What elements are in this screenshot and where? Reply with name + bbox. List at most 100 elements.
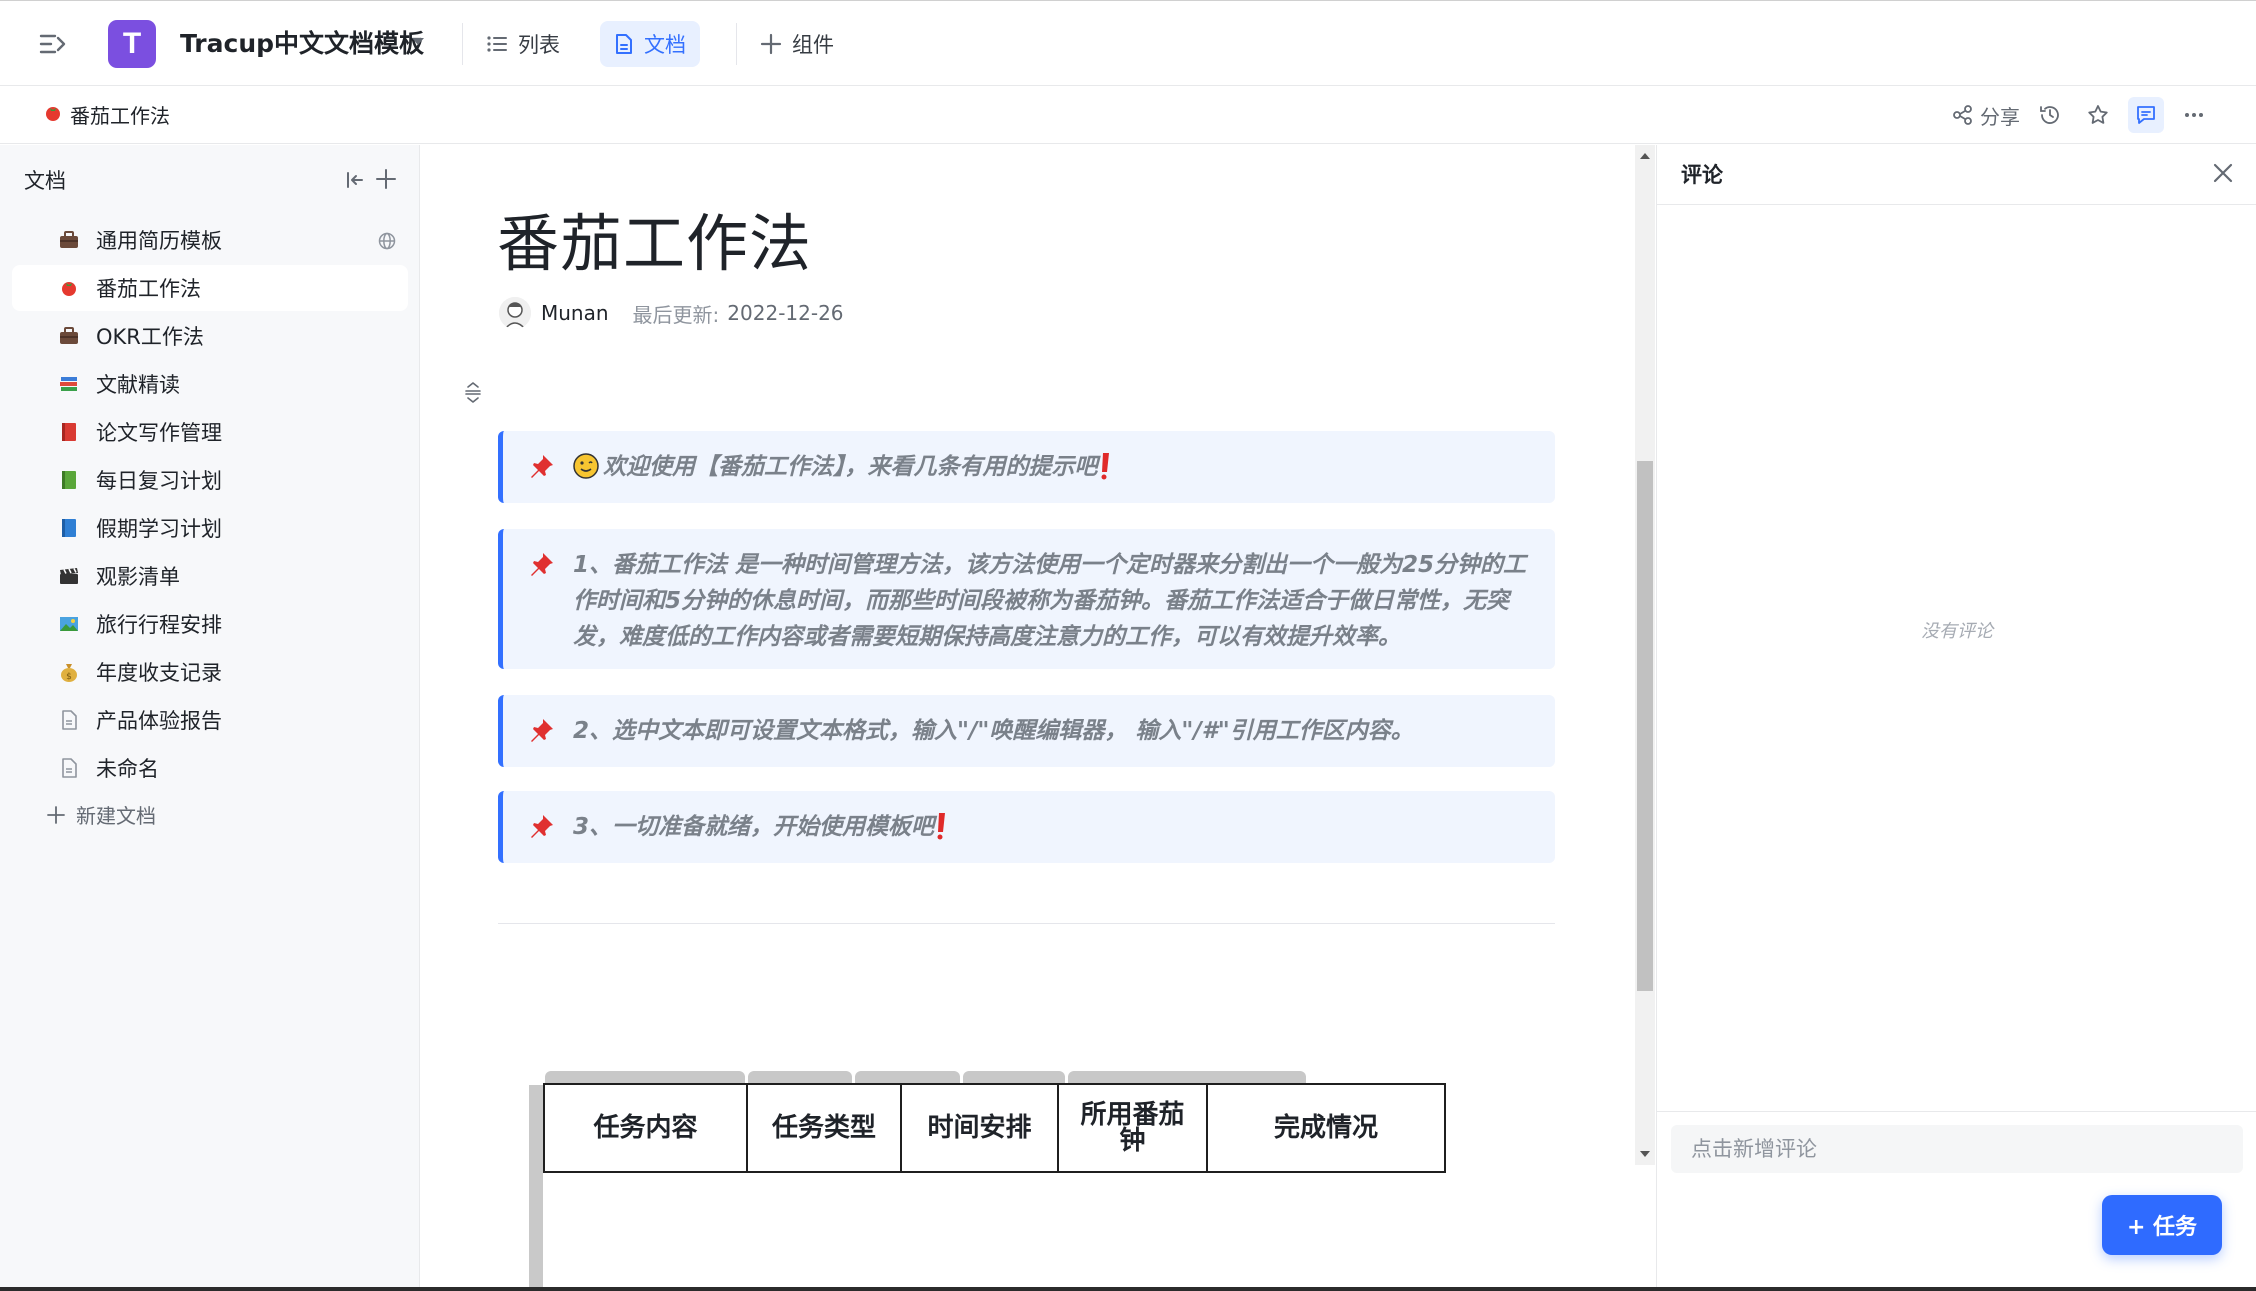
workspace-title[interactable]: Tracup中文文档模板 <box>180 25 424 63</box>
add-task-button[interactable]: + 任务 <box>2102 1195 2222 1255</box>
smiley-icon <box>573 453 599 479</box>
sidebar-item-literature[interactable]: 文献精读 <box>12 361 408 407</box>
document-scrollbar[interactable] <box>1635 145 1655 1165</box>
sidebar-item-label: 产品体验报告 <box>96 709 222 733</box>
books-icon <box>58 373 80 395</box>
updated-date: 2022-12-26 <box>727 301 844 325</box>
money-bag-icon: $ <box>58 661 80 683</box>
sidebar-item-travel[interactable]: 旅行行程安排 <box>12 601 408 647</box>
briefcase-icon <box>58 325 80 347</box>
sidebar-item-untitled[interactable]: 未命名 <box>12 745 408 791</box>
callout-block[interactable]: 欢迎使用【番茄工作法】，来看几条有用的提示吧 <box>498 431 1555 503</box>
comments-header: 评论 <box>1657 145 2256 205</box>
tomato-icon <box>58 277 80 299</box>
close-icon[interactable] <box>2211 161 2235 189</box>
sidebar-item-label: 年度收支记录 <box>96 661 222 685</box>
exclamation-icon <box>936 812 946 840</box>
tomato-icon <box>44 103 62 127</box>
page-title[interactable]: 番茄工作法 <box>497 193 812 283</box>
plus-icon <box>760 33 782 55</box>
scrollbar-thumb[interactable] <box>1637 461 1653 991</box>
sidebar-item-label: OKR工作法 <box>96 325 204 349</box>
comment-input[interactable] <box>1671 1125 2243 1173</box>
callout-block[interactable]: 1、番茄工作法 是一种时间管理方法，该方法使用一个定时器来分割出一个一般为25分… <box>498 529 1555 669</box>
table-header-cell[interactable]: 任务类型 <box>746 1083 902 1173</box>
sidebar-item-annual-finance[interactable]: $ 年度收支记录 <box>12 649 408 695</box>
table-header-cell[interactable]: 完成情况 <box>1206 1083 1446 1173</box>
share-button[interactable]: 分享 <box>1952 97 2020 133</box>
collapse-sidebar-icon[interactable] <box>344 169 366 195</box>
tab-document-label: 文档 <box>644 33 686 57</box>
updated-label: 最后更新: <box>632 302 720 327</box>
sidebar-item-label: 观影清单 <box>96 565 180 589</box>
comments-button[interactable] <box>2128 97 2164 133</box>
more-button[interactable] <box>2176 97 2212 133</box>
callout-block[interactable]: 2、选中文本即可设置文本格式，输入"/"唤醒编辑器， 输入"/#"引用工作区内容… <box>498 695 1555 767</box>
sidebar-item-pomodoro[interactable]: 番茄工作法 <box>12 265 408 311</box>
sidebar-item-movie-list[interactable]: 观影清单 <box>12 553 408 599</box>
column-handle[interactable] <box>545 1071 745 1083</box>
workspace-logo[interactable]: T <box>108 20 156 68</box>
sidebar-toggle-icon[interactable] <box>36 27 72 63</box>
author-name[interactable]: Munan <box>541 301 609 325</box>
divider <box>462 23 463 65</box>
sidebar-item-product-report[interactable]: 产品体验报告 <box>12 697 408 743</box>
breadcrumb-title: 番茄工作法 <box>70 104 170 128</box>
task-table-block[interactable]: 任务内容 任务类型 时间安排 所用番茄钟 完成情况 <box>529 1071 1469 1291</box>
tab-list[interactable]: 列表 <box>472 21 574 67</box>
sidebar-item-label: 番茄工作法 <box>96 277 201 301</box>
scroll-up-arrow-icon[interactable] <box>1640 153 1650 159</box>
sidebar-item-paper-writing[interactable]: 论文写作管理 <box>12 409 408 455</box>
sidebar-item-label: 通用简历模板 <box>96 229 222 253</box>
sidebar-item-vacation-study[interactable]: 假期学习计划 <box>12 505 408 551</box>
column-handle[interactable] <box>963 1071 1065 1083</box>
callout-text: 欢迎使用【番茄工作法】，来看几条有用的提示吧 <box>573 449 1535 485</box>
horizontal-divider <box>498 923 1555 924</box>
page-icon <box>58 709 80 731</box>
column-handle[interactable] <box>748 1071 852 1083</box>
doc-meta: Munan 最后更新: 2022-12-26 <box>499 297 844 329</box>
chevron-down-icon[interactable] <box>412 38 424 45</box>
sidebar-item-label: 论文写作管理 <box>96 421 222 445</box>
document-area: 番茄工作法 Munan 最后更新: 2022-12-26 欢迎使用【番茄工作法】… <box>421 145 1635 1291</box>
sidebar-item-daily-review[interactable]: 每日复习计划 <box>12 457 408 503</box>
divider <box>736 23 737 65</box>
pushpin-icon <box>529 453 555 483</box>
callout-text-content: 3、一切准备就绪，开始使用模板吧 <box>573 814 935 840</box>
sidebar-item-label: 旅行行程安排 <box>96 613 222 637</box>
new-doc-button[interactable]: 新建文档 <box>46 800 156 829</box>
breadcrumb-bar: 番茄工作法 分享 <box>0 86 2256 144</box>
sidebar-item-label: 文献精读 <box>96 373 180 397</box>
row-handle[interactable] <box>529 1085 543 1291</box>
doc-sidebar: 文档 通用简历模板 番茄工作法 OKR工作法 文献精读 论文写作管理 每日复习计… <box>0 145 420 1291</box>
sidebar-item-resume-template[interactable]: 通用简历模板 <box>12 217 408 263</box>
block-drag-handle-icon[interactable] <box>463 381 483 407</box>
tab-components[interactable]: 组件 <box>746 21 848 67</box>
breadcrumb[interactable]: 番茄工作法 <box>44 100 170 129</box>
table-header-cell[interactable]: 时间安排 <box>900 1083 1059 1173</box>
sidebar-item-label: 假期学习计划 <box>96 517 222 541</box>
clapper-icon <box>58 565 80 587</box>
callout-block[interactable]: 3、一切准备就绪，开始使用模板吧 <box>498 791 1555 863</box>
pushpin-icon <box>529 717 555 747</box>
table-header-cell[interactable]: 任务内容 <box>543 1083 748 1173</box>
svg-text:$: $ <box>66 672 72 682</box>
favorite-button[interactable] <box>2080 97 2116 133</box>
history-button[interactable] <box>2032 97 2068 133</box>
tab-document[interactable]: 文档 <box>600 21 700 67</box>
scroll-down-arrow-icon[interactable] <box>1640 1151 1650 1157</box>
doc-list: 通用简历模板 番茄工作法 OKR工作法 文献精读 论文写作管理 每日复习计划 假… <box>12 217 408 793</box>
sidebar-item-okr[interactable]: OKR工作法 <box>12 313 408 359</box>
column-handle[interactable] <box>1068 1071 1306 1083</box>
list-icon <box>487 36 507 52</box>
comments-panel: 评论 没有评论 + 任务 <box>1656 145 2256 1291</box>
globe-icon <box>378 231 396 255</box>
window-edge <box>0 1287 2256 1291</box>
pushpin-icon <box>529 813 555 843</box>
add-doc-icon[interactable] <box>374 167 398 195</box>
table-header-cell[interactable]: 所用番茄钟 <box>1057 1083 1208 1173</box>
avatar[interactable] <box>499 297 531 329</box>
star-icon <box>2088 105 2108 124</box>
column-handle[interactable] <box>855 1071 960 1083</box>
divider <box>1657 1111 2256 1112</box>
